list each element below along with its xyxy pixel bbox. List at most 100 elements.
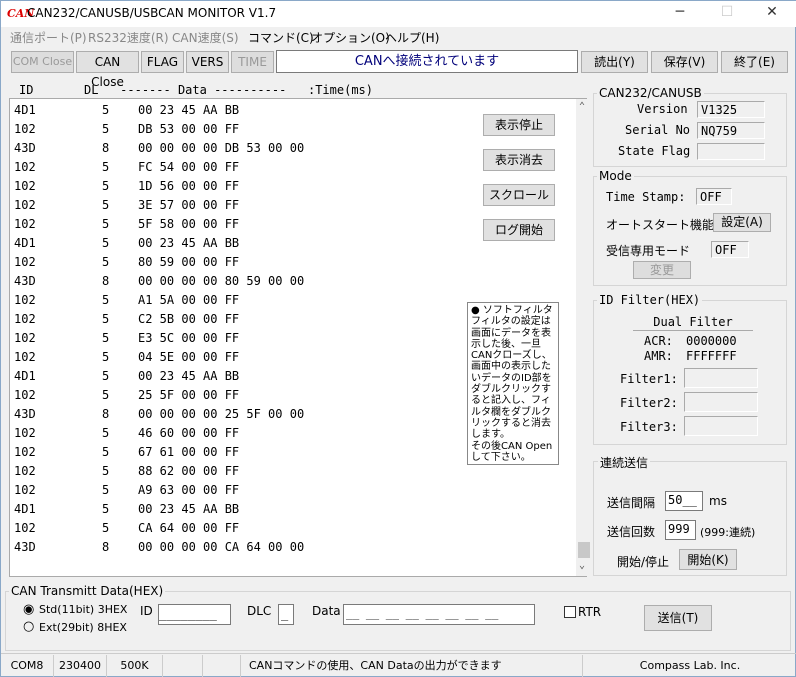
status-port: COM8: [1, 655, 54, 677]
scroll-down-icon[interactable]: ⌄: [579, 560, 585, 571]
log-dl: 5: [102, 426, 110, 440]
log-id: 4D1: [14, 236, 36, 250]
menu-can-speed[interactable]: CAN速度(S): [172, 29, 239, 46]
scroll-up-icon[interactable]: ⌃: [579, 101, 585, 112]
ext-radio-label[interactable]: Ext(29bit) 8HEX: [39, 621, 127, 634]
exit-button[interactable]: 終了(E): [721, 51, 788, 73]
log-id: 102: [14, 160, 36, 174]
send-button[interactable]: 送信(T): [644, 605, 712, 631]
minimize-button[interactable]: ─: [665, 4, 695, 24]
interval-label: 送信間隔: [607, 496, 656, 510]
log-dl: 5: [102, 236, 110, 250]
save-button[interactable]: 保存(V): [651, 51, 718, 73]
log-start-button[interactable]: ログ開始: [483, 219, 555, 241]
log-data: CA 64 00 00 FF: [138, 521, 240, 535]
log-id: 102: [14, 445, 36, 459]
read-button[interactable]: 読出(Y): [581, 51, 648, 73]
log-dl: 5: [102, 217, 110, 231]
log-id: 102: [14, 350, 36, 364]
log-data: 25 5F 00 00 FF: [138, 388, 240, 402]
serial-label: Serial No: [625, 123, 691, 137]
log-id: 102: [14, 255, 36, 269]
menu-port[interactable]: 通信ポート(P): [10, 29, 87, 46]
scroll-thumb[interactable]: [578, 542, 590, 558]
log-id: 102: [14, 426, 36, 440]
stop-display-button[interactable]: 表示停止: [483, 114, 555, 136]
data-input[interactable]: __ __ __ __ __ __ __ __: [343, 604, 535, 625]
log-id: 43D: [14, 141, 36, 155]
log-scrollbar[interactable]: ⌃ ⌄: [576, 99, 592, 576]
log-data: 04 5E 00 00 FF: [138, 350, 240, 364]
rtr-checkbox[interactable]: [564, 606, 576, 618]
menu-help[interactable]: ヘルプ(H): [385, 29, 439, 46]
log-data: 00 23 45 AA BB: [138, 502, 240, 516]
close-button[interactable]: ✕: [757, 4, 787, 24]
log-dl: 5: [102, 179, 110, 193]
log-data: 67 61 00 00 FF: [138, 445, 240, 459]
status-company: Compass Lab. Inc.: [639, 659, 741, 672]
maximize-button[interactable]: ☐: [712, 4, 742, 24]
vers-button[interactable]: VERS: [186, 51, 229, 73]
log-id: 4D1: [14, 369, 36, 383]
filter2-field[interactable]: [684, 392, 758, 412]
id-input[interactable]: ________: [158, 604, 231, 625]
menu-command[interactable]: コマンド(C): [248, 29, 314, 46]
log-id: 102: [14, 388, 36, 402]
log-dl: 5: [102, 483, 110, 497]
autostart-settings-button[interactable]: 設定(A): [713, 213, 771, 232]
menu-options[interactable]: オプション(O): [311, 29, 390, 46]
log-header: ID DL ------- Data ---------- :Time(ms): [19, 83, 374, 97]
status-can-speed: 500K: [107, 655, 163, 677]
timestamp-label: Time Stamp:: [606, 190, 686, 204]
interval-input[interactable]: 50__: [665, 491, 703, 511]
start-button[interactable]: 開始(K): [679, 549, 737, 570]
log-id: 102: [14, 312, 36, 326]
std-radio-icon[interactable]: ◉: [23, 602, 34, 617]
log-dl: 5: [102, 103, 110, 117]
std-radio-label[interactable]: Std(11bit) 3HEX: [39, 603, 127, 616]
id-filter-title: ID Filter(HEX): [597, 293, 703, 307]
log-id: 102: [14, 293, 36, 307]
interval-unit: ms: [709, 494, 727, 508]
log-data: 00 23 45 AA BB: [138, 369, 240, 383]
log-data: 00 23 45 AA BB: [138, 236, 240, 250]
log-dl: 5: [102, 160, 110, 174]
version-label: Version: [637, 102, 688, 116]
log-id: 43D: [14, 407, 36, 421]
filter-mode: Dual Filter: [633, 315, 753, 331]
clear-display-button[interactable]: 表示消去: [483, 149, 555, 171]
log-id: 102: [14, 198, 36, 212]
filter3-field[interactable]: [684, 416, 758, 436]
log-dl: 5: [102, 369, 110, 383]
scroll-button[interactable]: スクロール: [483, 184, 555, 206]
log-id: 102: [14, 483, 36, 497]
can-close-button[interactable]: CAN Close: [76, 51, 139, 89]
status-empty-1: [163, 655, 203, 677]
log-data: DB 53 00 00 FF: [138, 122, 240, 136]
filter-help-note: ● ソフトフィルタ フィルタの設定は画面にデータを表示した後、一旦CANクローズ…: [467, 302, 559, 465]
statusbar-divider: [1, 653, 796, 654]
autostart-label: オートスタート機能: [606, 218, 715, 232]
log-id: 4D1: [14, 502, 36, 516]
rtr-label[interactable]: RTR: [578, 605, 601, 619]
time-button[interactable]: TIME: [231, 51, 274, 73]
log-id: 102: [14, 122, 36, 136]
state-flag-value: [697, 143, 765, 160]
flag-button[interactable]: FLAG: [141, 51, 184, 73]
ext-radio-icon[interactable]: ○: [23, 619, 34, 634]
change-button[interactable]: 変更: [633, 261, 691, 279]
count-input[interactable]: 999: [665, 520, 696, 540]
log-dl: 5: [102, 255, 110, 269]
log-data: FC 54 00 00 FF: [138, 160, 240, 174]
device-group-title: CAN232/CANUSB: [597, 86, 704, 100]
log-dl: 5: [102, 122, 110, 136]
mode-group-title: Mode: [597, 169, 634, 183]
com-close-button[interactable]: COM Close: [11, 51, 74, 73]
log-id: 43D: [14, 540, 36, 554]
filter1-field[interactable]: [684, 368, 758, 388]
dlc-input[interactable]: _: [278, 604, 294, 625]
id-label: ID: [140, 604, 153, 618]
menu-rs232-speed[interactable]: RS232速度(R): [88, 29, 169, 46]
acr-value: 0000000: [686, 334, 737, 348]
log-dl: 5: [102, 350, 110, 364]
